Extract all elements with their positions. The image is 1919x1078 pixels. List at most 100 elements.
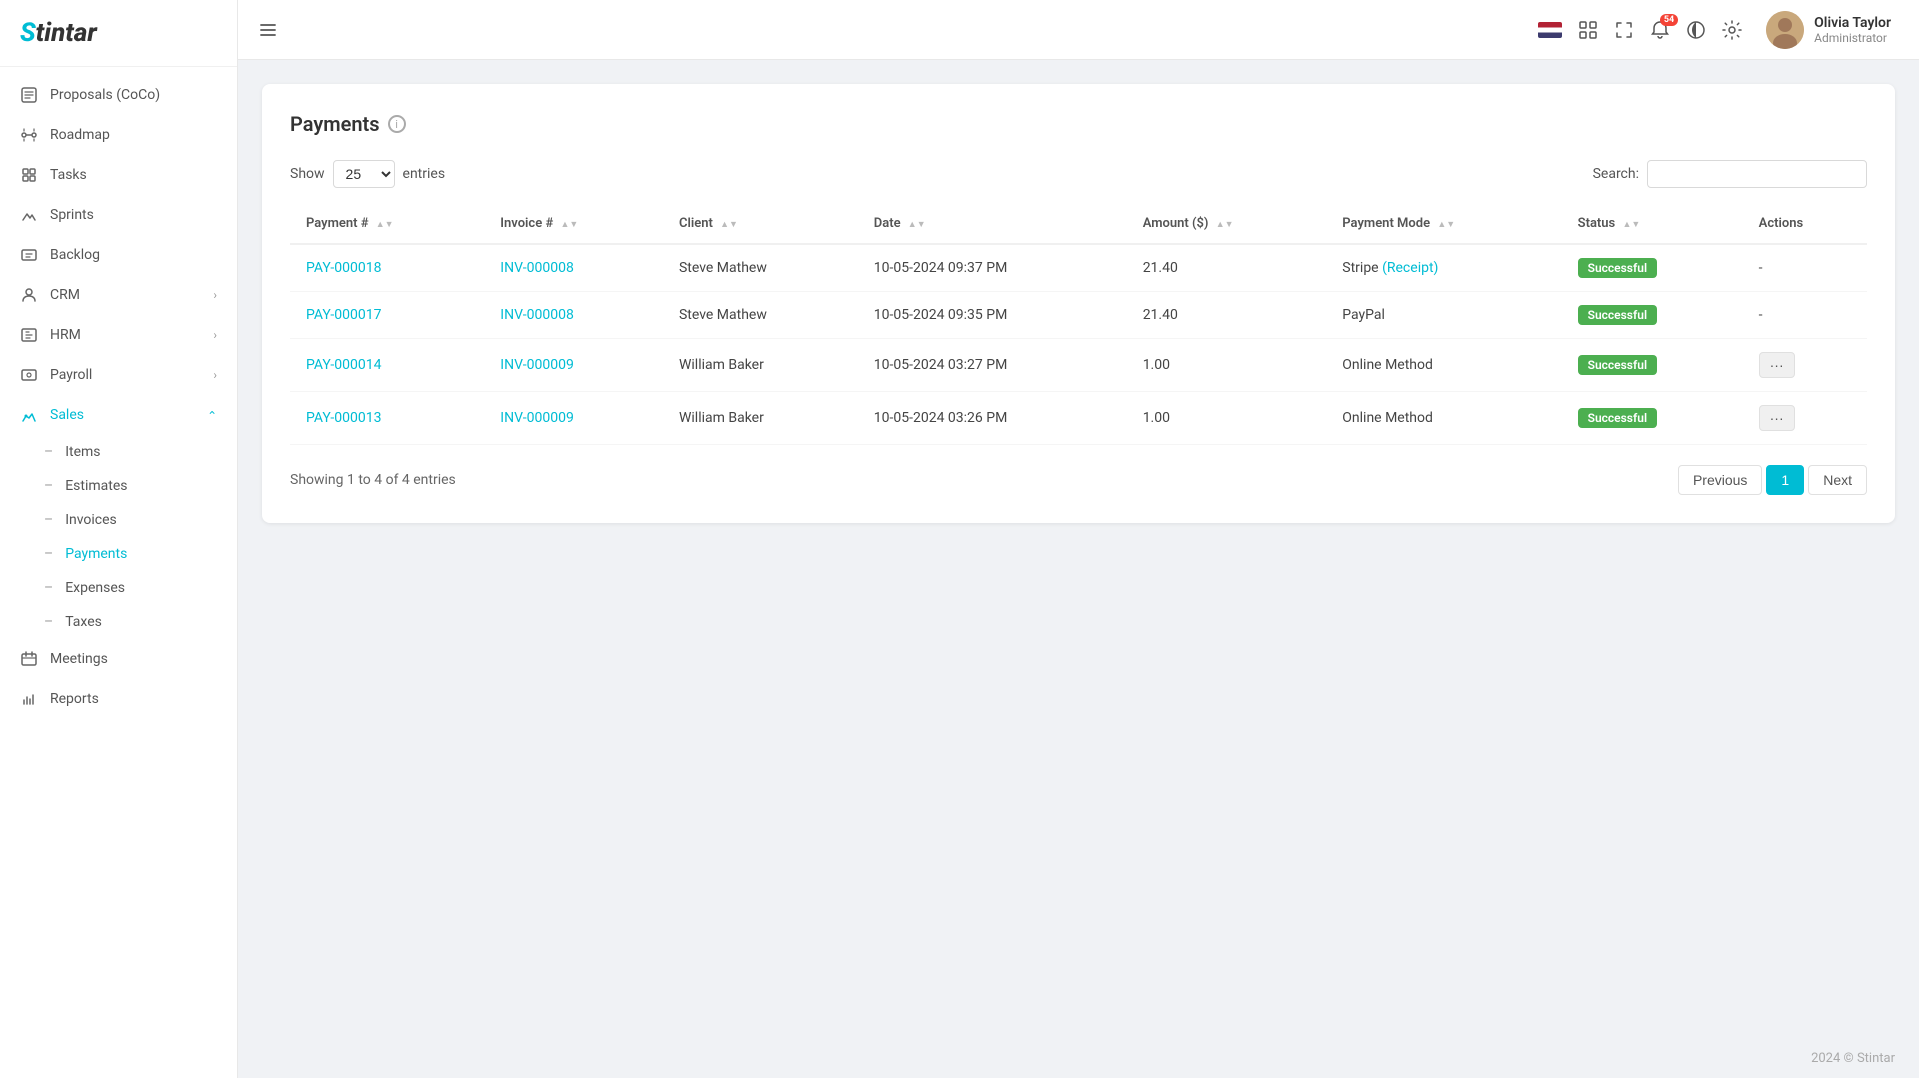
proposals-icon — [20, 86, 38, 104]
invoice-link-0[interactable]: INV-000008 — [500, 260, 574, 276]
table-controls: Show 10 25 50 100 entries Search: — [290, 160, 1867, 188]
copyright: 2024 © Stintar — [1811, 1051, 1895, 1066]
payment-link-1[interactable]: PAY-000017 — [306, 307, 382, 323]
sidebar-navigation: Proposals (CoCo) Roadmap Tasks Sprints — [0, 67, 237, 1078]
sort-payment-mode-icon[interactable]: ▲▼ — [1437, 221, 1455, 230]
search-box: Search: — [1593, 160, 1867, 188]
cell-amount-1: 21.40 — [1127, 292, 1327, 339]
user-name: Olivia Taylor — [1814, 15, 1891, 31]
sort-date-icon[interactable]: ▲▼ — [908, 221, 926, 230]
sidebar-item-roadmap[interactable]: Roadmap — [0, 115, 237, 155]
notifications-icon[interactable]: 54 — [1650, 20, 1670, 40]
dark-mode-icon[interactable] — [1686, 20, 1706, 40]
payroll-expand-icon: › — [213, 368, 217, 382]
cell-status-1: Successful — [1562, 292, 1743, 339]
cell-status-3: Successful — [1562, 392, 1743, 445]
sidebar-item-sprints[interactable]: Sprints — [0, 195, 237, 235]
sidebar-item-invoices[interactable]: Invoices — [0, 503, 237, 537]
meetings-icon — [20, 650, 38, 668]
sort-amount-icon[interactable]: ▲▼ — [1216, 221, 1234, 230]
actions-menu-button-3[interactable]: ··· — [1759, 405, 1795, 431]
cell-actions-0: - — [1743, 244, 1867, 292]
show-label: Show — [290, 166, 325, 182]
sort-payment-num-icon[interactable]: ▲▼ — [376, 221, 394, 230]
payment-mode-receipt-link-0[interactable]: (Receipt) — [1382, 260, 1438, 276]
cell-actions-3: ··· — [1743, 392, 1867, 445]
showing-text: Showing 1 to 4 of 4 entries — [290, 472, 456, 488]
sidebar-item-expenses[interactable]: Expenses — [0, 571, 237, 605]
sidebar-item-items[interactable]: Items — [0, 435, 237, 469]
status-badge-3: Successful — [1578, 408, 1657, 428]
roadmap-label: Roadmap — [50, 127, 217, 143]
sidebar-item-payments[interactable]: Payments — [0, 537, 237, 571]
payments-table: Payment # ▲▼ Invoice # ▲▼ Client ▲▼ Da — [290, 204, 1867, 445]
sprints-icon — [20, 206, 38, 224]
crm-icon — [20, 286, 38, 304]
sidebar-item-payroll[interactable]: Payroll › — [0, 355, 237, 395]
sales-submenu: Items Estimates Invoices Payments Expens… — [0, 435, 237, 639]
page-1-button[interactable]: 1 — [1766, 465, 1804, 495]
sidebar-item-estimates[interactable]: Estimates — [0, 469, 237, 503]
entries-per-page-select[interactable]: 10 25 50 100 — [333, 160, 395, 188]
notification-count: 54 — [1660, 14, 1678, 26]
next-button[interactable]: Next — [1808, 465, 1867, 495]
invoice-link-3[interactable]: INV-000009 — [500, 410, 574, 426]
sidebar-item-tasks[interactable]: Tasks — [0, 155, 237, 195]
apps-icon[interactable] — [1578, 20, 1598, 40]
sidebar-item-backlog[interactable]: Backlog — [0, 235, 237, 275]
sidebar-item-proposals[interactable]: Proposals (CoCo) — [0, 75, 237, 115]
payment-link-2[interactable]: PAY-000014 — [306, 357, 382, 373]
sidebar-item-crm[interactable]: CRM › — [0, 275, 237, 315]
footer: 2024 © Stintar — [238, 1039, 1919, 1078]
invoice-link-2[interactable]: INV-000009 — [500, 357, 574, 373]
reports-label: Reports — [50, 691, 217, 707]
tasks-label: Tasks — [50, 167, 217, 183]
table-row: PAY-000014INV-000009William Baker10-05-2… — [290, 339, 1867, 392]
sort-client-icon[interactable]: ▲▼ — [720, 221, 738, 230]
sidebar-item-meetings[interactable]: Meetings — [0, 639, 237, 679]
payments-card: Payments i Show 10 25 50 100 entries Sea… — [262, 84, 1895, 523]
sidebar-item-hrm[interactable]: HRM › — [0, 315, 237, 355]
roadmap-icon — [20, 126, 38, 144]
header-actions: 54 Olivia Taylor — [1538, 7, 1899, 53]
reports-icon — [20, 690, 38, 708]
actions-menu-button-2[interactable]: ··· — [1759, 352, 1795, 378]
user-profile[interactable]: Olivia Taylor Administrator — [1758, 7, 1899, 53]
hrm-label: HRM — [50, 327, 201, 343]
hrm-icon — [20, 326, 38, 344]
status-badge-2: Successful — [1578, 355, 1657, 375]
hrm-expand-icon: › — [213, 328, 217, 342]
cell-invoice-num-0: INV-000008 — [484, 244, 663, 292]
sidebar-item-reports[interactable]: Reports — [0, 679, 237, 719]
cell-status-0: Successful — [1562, 244, 1743, 292]
sort-status-icon[interactable]: ▲▼ — [1622, 221, 1640, 230]
language-selector[interactable] — [1538, 22, 1562, 38]
header: 54 Olivia Taylor — [238, 0, 1919, 60]
meetings-label: Meetings — [50, 651, 217, 667]
sales-expand-icon: ⌄ — [207, 408, 217, 422]
table-row: PAY-000017INV-000008Steve Mathew10-05-20… — [290, 292, 1867, 339]
sidebar-item-sales[interactable]: Sales ⌄ — [0, 395, 237, 435]
page-title: Payments — [290, 112, 380, 136]
payment-link-3[interactable]: PAY-000013 — [306, 410, 382, 426]
cell-payment-mode-1: PayPal — [1326, 292, 1561, 339]
payment-link-0[interactable]: PAY-000018 — [306, 260, 382, 276]
sidebar-item-taxes[interactable]: Taxes — [0, 605, 237, 639]
cell-payment-mode-3: Online Method — [1326, 392, 1561, 445]
brand-logo: Stintar — [20, 18, 97, 48]
crm-expand-icon: › — [213, 288, 217, 302]
cell-date-0: 10-05-2024 09:37 PM — [858, 244, 1127, 292]
cell-date-3: 10-05-2024 03:26 PM — [858, 392, 1127, 445]
info-icon[interactable]: i — [388, 115, 406, 133]
sort-invoice-num-icon[interactable]: ▲▼ — [560, 221, 578, 230]
menu-toggle-icon[interactable] — [258, 20, 278, 40]
sidebar: Stintar Proposals (CoCo) Roadmap Tasks — [0, 0, 238, 1078]
cell-payment-mode-2: Online Method — [1326, 339, 1561, 392]
invoice-link-1[interactable]: INV-000008 — [500, 307, 574, 323]
tasks-icon — [20, 166, 38, 184]
fullscreen-icon[interactable] — [1614, 20, 1634, 40]
previous-button[interactable]: Previous — [1678, 465, 1762, 495]
search-input[interactable] — [1647, 160, 1867, 188]
settings-icon[interactable] — [1722, 20, 1742, 40]
col-amount: Amount ($) ▲▼ — [1127, 204, 1327, 244]
